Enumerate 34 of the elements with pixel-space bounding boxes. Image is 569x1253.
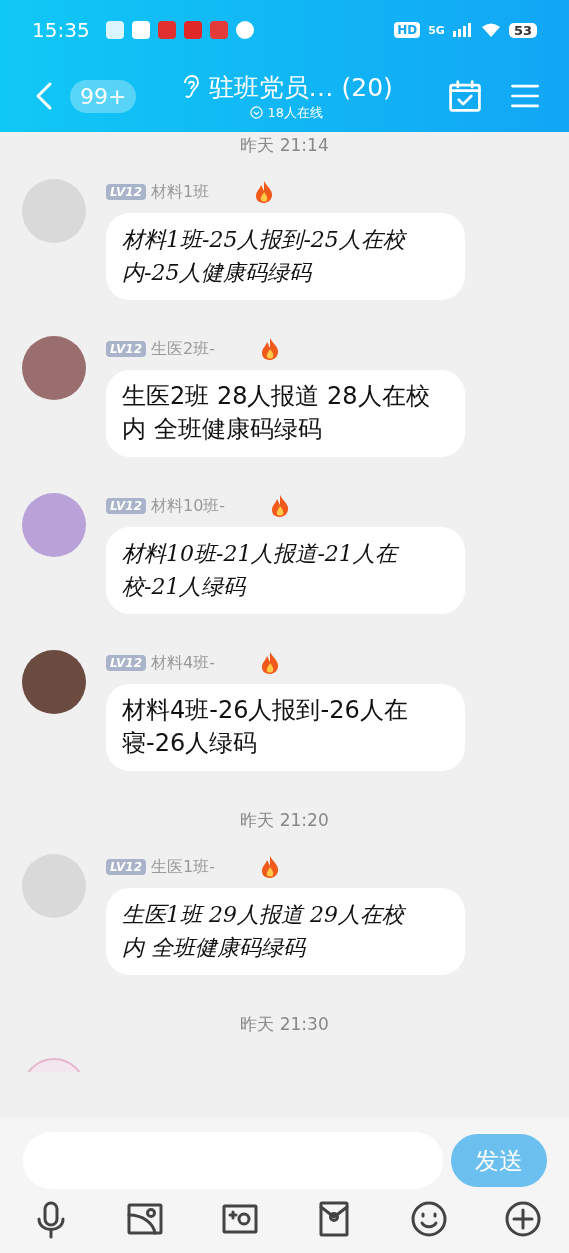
message-bubble: 材料1班-25人报到-25人在校内-25人健康码绿码 (106, 213, 465, 300)
flame-icon (259, 651, 280, 675)
signal-icon (452, 23, 473, 37)
status-time: 15:35 (32, 18, 90, 42)
online-count: 18人在线 (267, 103, 323, 122)
message-bubble: 生医1班 29人报道 29人在校内 全班健康码绿码 (106, 888, 465, 975)
message-bubble: 生医2班 28人报道 28人在校内 全班健康码绿码 (106, 370, 465, 457)
calendar-check-icon[interactable] (447, 78, 483, 114)
timestamp: 昨天 21:30 (240, 1013, 329, 1036)
level-badge: LV12 (106, 498, 146, 514)
timestamp: 昨天 21:14 (240, 134, 329, 157)
network-label: 5G (428, 23, 445, 37)
battery-indicator: 53 (508, 22, 537, 38)
level-badge: LV12 (106, 859, 146, 875)
sender-name[interactable]: 生医1班- (151, 856, 215, 878)
message-bubble: 材料10班-21人报道-21人在校-21人绿码 (106, 527, 465, 614)
flame-icon (259, 855, 280, 879)
timestamp: 昨天 21:20 (240, 809, 329, 832)
level-badge: LV12 (106, 655, 146, 671)
level-badge: LV12 (106, 341, 146, 357)
flame-icon (270, 494, 291, 518)
hd-indicator: HD (394, 22, 421, 38)
sender-name[interactable]: 材料10班- (151, 495, 226, 517)
sender-name[interactable]: 生医2班- (151, 338, 215, 360)
message-bubble: 材料4班-26人报到-26人在寝-26人绿码 (106, 684, 465, 771)
unread-count[interactable]: 99+ (70, 79, 137, 113)
sender-name[interactable]: 材料4班- (151, 652, 215, 674)
send-button[interactable]: 发送 (451, 1134, 547, 1187)
chat-title[interactable]: 驻班党员… (20) (208, 70, 393, 104)
chevron-circle-icon (250, 106, 264, 119)
level-badge: LV12 (106, 184, 146, 200)
sender-name[interactable]: 材料1班 (151, 181, 210, 203)
flame-icon (254, 180, 275, 204)
flame-icon (259, 337, 280, 361)
